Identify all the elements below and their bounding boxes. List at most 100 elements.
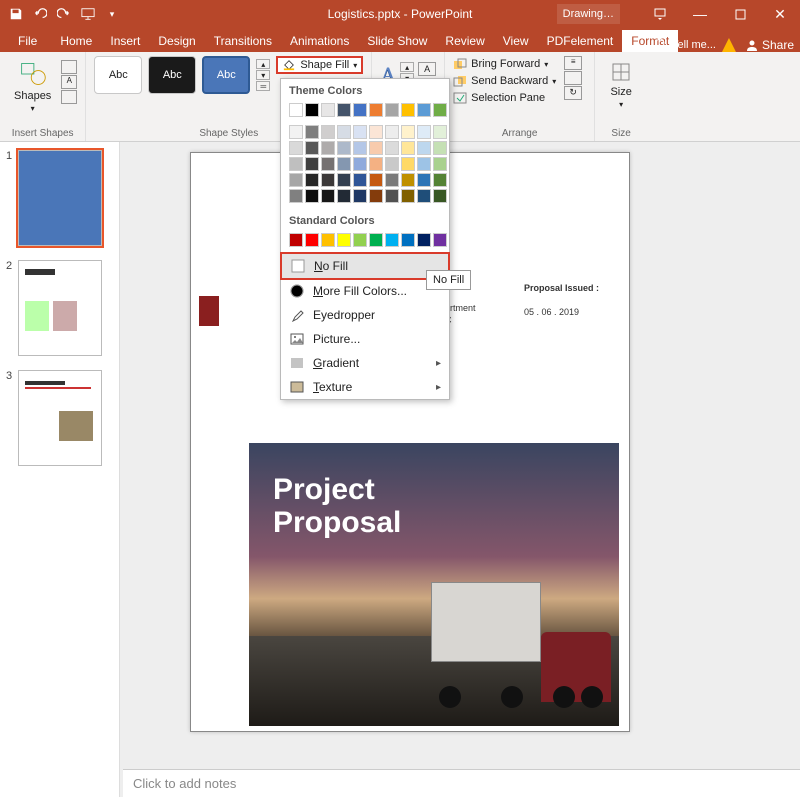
color-swatch[interactable] [401,103,415,117]
color-swatch[interactable] [369,141,383,155]
group-icon[interactable] [564,71,582,85]
tab-design[interactable]: Design [149,30,204,52]
color-swatch[interactable] [289,173,303,187]
theme-colors-variants[interactable] [281,123,449,209]
color-swatch[interactable] [433,233,447,247]
share-button[interactable]: Share [746,38,794,52]
color-swatch[interactable] [353,141,367,155]
tab-animations[interactable]: Animations [281,30,358,52]
color-swatch[interactable] [385,125,399,139]
shape-style-gallery[interactable]: Abc Abc Abc ▴▾═ [94,56,270,94]
color-swatch[interactable] [433,125,447,139]
notes-pane[interactable]: Click to add notes [123,769,800,797]
color-swatch[interactable] [321,233,335,247]
color-swatch[interactable] [369,233,383,247]
color-swatch[interactable] [289,157,303,171]
tab-review[interactable]: Review [436,30,493,52]
picture-item[interactable]: Picture... [281,327,449,351]
color-swatch[interactable] [321,103,335,117]
color-swatch[interactable] [353,233,367,247]
color-swatch[interactable] [433,141,447,155]
color-swatch[interactable] [305,125,319,139]
start-slideshow-icon[interactable] [78,4,98,24]
color-swatch[interactable] [337,173,351,187]
color-swatch[interactable] [369,189,383,203]
color-swatch[interactable] [369,103,383,117]
color-swatch[interactable] [353,189,367,203]
slide-thumbnail-2[interactable] [18,260,102,356]
more-colors-item[interactable]: More Fill Colors... [281,279,449,303]
color-swatch[interactable] [385,141,399,155]
color-swatch[interactable] [321,125,335,139]
color-swatch[interactable] [401,125,415,139]
color-swatch[interactable] [433,157,447,171]
tab-insert[interactable]: Insert [101,30,149,52]
color-swatch[interactable] [401,189,415,203]
slide-thumbnails-pane[interactable]: 1 2 3 [0,142,120,797]
text-fill-icon[interactable]: A [418,62,436,76]
close-button[interactable]: ✕ [760,0,800,28]
rotate-icon[interactable]: ↻ [564,86,582,100]
color-swatch[interactable] [321,141,335,155]
style-swatch-1[interactable]: Abc [94,56,142,94]
color-swatch[interactable] [433,189,447,203]
minimize-button[interactable]: — [680,0,720,28]
color-swatch[interactable] [289,233,303,247]
color-swatch[interactable] [417,141,431,155]
color-swatch[interactable] [337,157,351,171]
theme-colors-row[interactable] [281,101,449,123]
color-swatch[interactable] [369,157,383,171]
tab-pdfelement[interactable]: PDFelement [538,30,623,52]
color-swatch[interactable] [417,125,431,139]
tab-view[interactable]: View [494,30,538,52]
color-swatch[interactable] [305,173,319,187]
color-swatch[interactable] [353,173,367,187]
color-swatch[interactable] [289,125,303,139]
shape-fill-button[interactable]: Shape Fill ▾ [276,56,363,74]
selection-pane-button[interactable]: Selection Pane [453,90,556,106]
save-icon[interactable] [6,4,26,24]
no-fill-item[interactable]: No Fill [280,252,450,280]
selected-shape[interactable] [199,296,219,326]
bring-forward-button[interactable]: Bring Forward▾ [453,56,556,72]
color-swatch[interactable] [417,157,431,171]
color-swatch[interactable] [417,103,431,117]
color-swatch[interactable] [337,103,351,117]
tab-home[interactable]: Home [51,30,101,52]
slide-thumbnail-3[interactable] [18,370,102,466]
color-swatch[interactable] [321,173,335,187]
edit-shape-icon[interactable] [61,60,77,74]
shapes-gallery-button[interactable]: Shapes ▾ [8,56,57,117]
style-swatch-3[interactable]: Abc [202,56,250,94]
color-swatch[interactable] [385,233,399,247]
send-backward-button[interactable]: Send Backward▾ [453,73,556,89]
color-swatch[interactable] [369,173,383,187]
color-swatch[interactable] [385,103,399,117]
color-swatch[interactable] [353,125,367,139]
text-box-icon[interactable]: A [61,75,77,89]
color-swatch[interactable] [337,125,351,139]
slide-editor[interactable]: arks Department ington, DC Proposal Issu… [120,142,800,797]
ribbon-options-icon[interactable] [640,0,680,28]
color-swatch[interactable] [305,233,319,247]
undo-icon[interactable] [30,4,50,24]
color-swatch[interactable] [433,173,447,187]
slide-thumbnail-1[interactable] [18,150,102,246]
gallery-more-icon[interactable]: ▴▾═ [256,59,270,91]
color-swatch[interactable] [401,173,415,187]
color-swatch[interactable] [353,157,367,171]
merge-shapes-icon[interactable] [61,90,77,104]
color-swatch[interactable] [433,103,447,117]
color-swatch[interactable] [337,141,351,155]
tab-file[interactable]: File [4,30,51,52]
color-swatch[interactable] [305,157,319,171]
texture-item[interactable]: Texture ▸ [281,375,449,399]
color-swatch[interactable] [289,189,303,203]
style-swatch-2[interactable]: Abc [148,56,196,94]
gradient-item[interactable]: Gradient ▸ [281,351,449,375]
color-swatch[interactable] [305,141,319,155]
color-swatch[interactable] [321,189,335,203]
align-icon[interactable]: ≡ [564,56,582,70]
color-swatch[interactable] [369,125,383,139]
standard-colors-row[interactable] [281,231,449,253]
